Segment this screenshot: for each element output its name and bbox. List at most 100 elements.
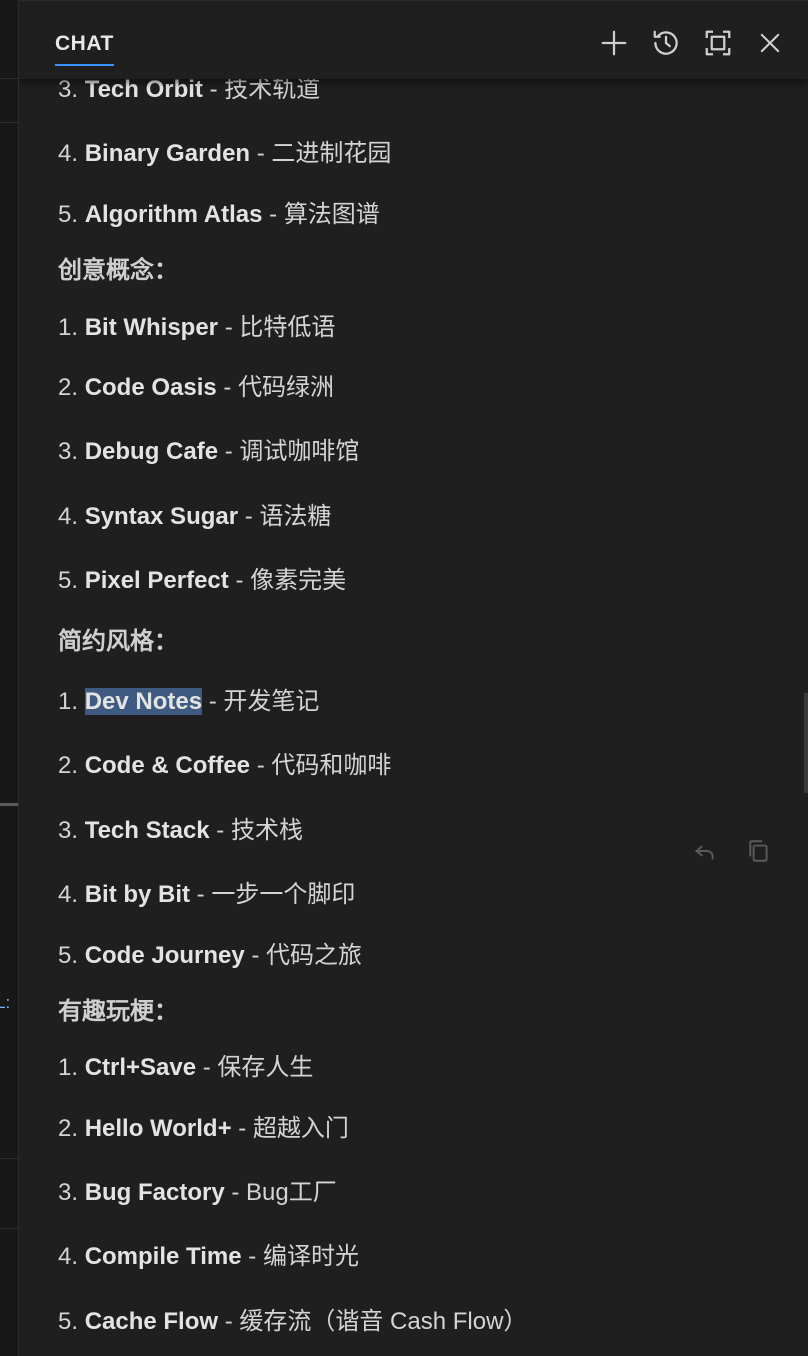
list-item-number: 3.: [58, 438, 79, 465]
list-item-number: 4.: [58, 503, 79, 530]
list-item: 4. Compile Time - 编译时光: [58, 1242, 359, 1272]
divider: [0, 1228, 18, 1229]
list-item: 1. Bit Whisper - 比特低语: [58, 313, 335, 343]
message-actions: [689, 835, 775, 867]
list-item-number: 2.: [58, 1115, 79, 1142]
list-item-separator: -: [202, 688, 224, 715]
list-item-number: 4.: [58, 1243, 79, 1270]
list-item: 3. Bug Factory - Bug工厂: [58, 1178, 337, 1208]
list-item: 2. Code & Coffee - 代码和咖啡: [58, 751, 391, 781]
list-item-name: Debug Cafe: [84, 438, 219, 465]
list-item-name: Code Oasis: [84, 374, 217, 401]
list-item-name: Bit by Bit: [84, 881, 191, 908]
list-item: 4. Syntax Sugar - 语法糖: [58, 502, 331, 532]
list-item: 3. Debug Cafe - 调试咖啡馆: [58, 437, 359, 467]
copy-icon[interactable]: [743, 835, 775, 867]
divider: [0, 1158, 18, 1159]
list-item-separator: -: [231, 1115, 253, 1142]
list-item-separator: -: [218, 1308, 240, 1335]
list-item-description: 开发笔记: [223, 688, 320, 715]
list-item-separator: -: [216, 374, 239, 401]
list-item-separator: -: [209, 817, 231, 844]
list-item: 1. Ctrl+Save - 保存人生: [58, 1053, 313, 1083]
list-item-description: 代码绿洲: [238, 374, 335, 401]
list-item-separator: -: [190, 881, 212, 908]
list-item-name: Bit Whisper: [84, 314, 219, 341]
list-item: 2. Code Oasis - 代码绿洲: [58, 373, 334, 403]
list-item-separator: -: [250, 752, 272, 779]
list-item-separator: -: [228, 567, 251, 594]
section-heading: 简约风格：: [58, 628, 178, 655]
list-item-description: 超越入门: [252, 1115, 349, 1142]
list-item-number: 5.: [58, 942, 79, 969]
list-item: 4. Binary Garden - 二进制花园: [58, 139, 391, 169]
list-item-number: 1.: [58, 1054, 79, 1081]
list-item-separator: -: [218, 314, 240, 341]
list-item: 5. Algorithm Atlas - 算法图谱: [58, 200, 380, 230]
list-item: 5. Pixel Perfect - 像素完美: [58, 566, 346, 596]
divider: [0, 122, 18, 123]
list-item-description: 保存人生: [217, 1054, 314, 1081]
list-item-number: 1.: [58, 314, 79, 341]
clipped-editor-text: L:: [0, 993, 11, 1012]
close-icon[interactable]: [754, 27, 786, 59]
section-heading: 有趣玩梗：: [58, 998, 178, 1025]
list-item: 3. Tech Stack - 技术栈: [58, 816, 303, 846]
reply-icon[interactable]: [689, 835, 721, 867]
list-item-name: Hello World+: [84, 1115, 232, 1142]
list-item-number: 5.: [58, 201, 79, 228]
list-item: 2. Hello World+ - 超越入门: [58, 1114, 349, 1144]
chat-header: CHAT: [19, 0, 808, 79]
list-item-description: 调试咖啡馆: [239, 438, 360, 465]
list-item-separator: -: [250, 140, 272, 167]
editor-edge: L:: [0, 0, 19, 1356]
list-item-name: Syntax Sugar: [84, 503, 239, 530]
list-item-description: 像素完美: [250, 567, 347, 594]
list-item-number: 5.: [58, 1308, 79, 1335]
new-chat-icon[interactable]: [598, 27, 630, 59]
list-item-name: Pixel Perfect: [84, 567, 229, 594]
list-item-description: 算法图谱: [283, 201, 380, 228]
list-item-description: 代码和咖啡: [271, 752, 392, 779]
list-item-name: Dev Notes: [84, 688, 203, 715]
list-item-description: 代码之旅: [266, 942, 363, 969]
list-item-separator: -: [238, 503, 260, 530]
list-item: 1. Dev Notes - 开发笔记: [58, 687, 319, 717]
list-item-separator: -: [244, 942, 267, 969]
list-item-description: 语法糖: [259, 503, 332, 530]
list-item-separator: -: [218, 438, 240, 465]
list-item-name: Ctrl+Save: [84, 1054, 197, 1081]
list-item-number: 2.: [58, 752, 79, 779]
list-item-description: 技术栈: [230, 817, 303, 844]
list-item-separator: -: [224, 1179, 247, 1206]
list-item-description: 二进制花园: [271, 140, 392, 167]
list-item: 3. Tech Orbit - 技术轨道: [58, 75, 320, 105]
list-item-number: 5.: [58, 567, 79, 594]
history-icon[interactable]: [650, 27, 682, 59]
scrollbar-thumb[interactable]: [804, 693, 808, 793]
maximize-icon[interactable]: [702, 27, 734, 59]
list-item-number: 3.: [58, 817, 79, 844]
list-item-name: Code Journey: [84, 942, 245, 969]
list-item-number: 4.: [58, 140, 79, 167]
list-item-description: 编译时光: [262, 1243, 359, 1270]
list-item-number: 3.: [58, 76, 79, 103]
chat-toolbar: [598, 27, 786, 59]
list-item-separator: -: [202, 76, 225, 103]
list-item-name: Binary Garden: [84, 140, 251, 167]
list-item-description: 比特低语: [239, 314, 336, 341]
section-heading: 创意概念：: [58, 257, 178, 284]
list-item-description: 一步一个脚印: [211, 881, 356, 908]
list-item-name: Code & Coffee: [84, 752, 251, 779]
chat-panel: 3. Tech Orbit - 技术轨道 4. Binary Garden - 二…: [19, 0, 808, 1356]
list-item-separator: -: [262, 201, 284, 228]
tab-chat[interactable]: CHAT: [55, 32, 114, 66]
list-item-description: Bug工厂: [246, 1179, 337, 1206]
list-item-name: Compile Time: [84, 1243, 242, 1270]
list-item-description: 缓存流（谐音 Cash Flow）: [239, 1308, 528, 1335]
list-item-number: 4.: [58, 881, 79, 908]
list-item-name: Bug Factory: [84, 1179, 225, 1206]
editor-edge-bar: [0, 803, 18, 806]
list-item-separator: -: [196, 1054, 218, 1081]
list-item: 5. Code Journey - 代码之旅: [58, 941, 362, 971]
